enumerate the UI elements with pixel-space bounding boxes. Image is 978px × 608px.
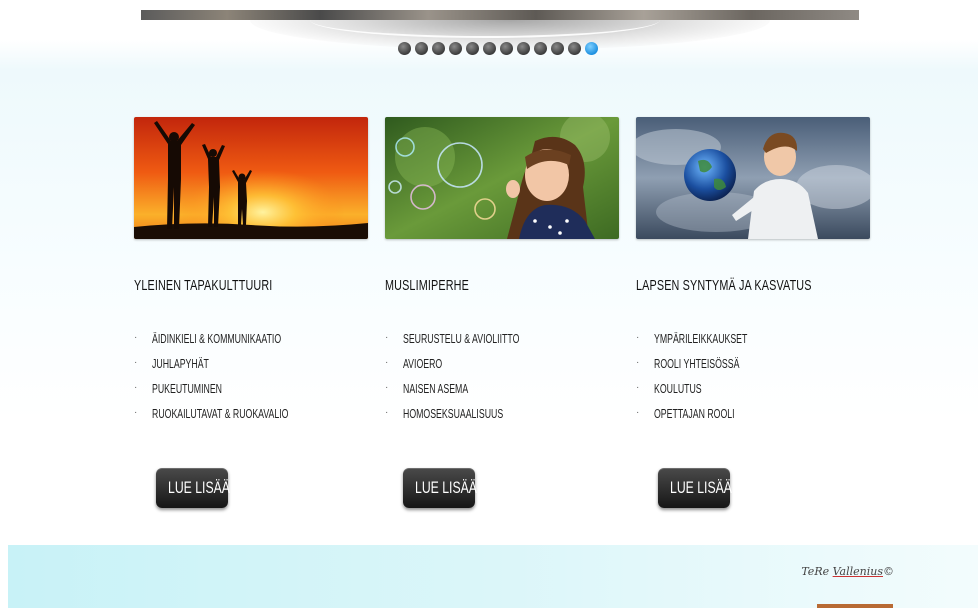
slider-pagination [398,42,598,55]
list-item[interactable]: · ÄIDINKIELI & KOMMUNIKAATIO [134,330,347,355]
bullet-icon: · [636,382,640,393]
content-column-1: YLEINEN TAPAKULTTUURI · ÄIDINKIELI & KOMM… [134,117,368,508]
slider-dot-2[interactable] [415,42,428,55]
footer: TeRe Vallenius© [8,545,978,608]
read-more-button[interactable]: LUE LISÄÄ [403,468,477,508]
slider-dot-8[interactable] [517,42,530,55]
sunset-silhouettes-image [134,117,368,239]
topic-list: · YMPÄRILEIKKAUKSET · ROOLI YHTEISÖSSÄ · KO… [636,330,787,430]
column-title: MUSLIMIPERHE [385,277,469,294]
column-title: LAPSEN SYNTYMÄ JA KASVATUS [636,277,812,294]
list-item[interactable]: · JUHLAPYHÄT [134,355,347,380]
list-item[interactable]: · OPETTAJAN ROOLI [636,405,787,430]
slider-dot-6[interactable] [483,42,496,55]
slider-dot-3[interactable] [432,42,445,55]
girl-soap-bubbles-image [385,117,619,239]
list-item[interactable]: · ROOLI YHTEISÖSSÄ [636,355,787,380]
slider-dot-9[interactable] [534,42,547,55]
bullet-icon: · [385,357,389,368]
topic-list: · SEURUSTELU & AVIOLIITTO · AVIOERO · NAISE… [385,330,569,430]
topic-list: · ÄIDINKIELI & KOMMUNIKAATIO · JUHLAPYHÄT … [134,330,347,430]
slider-dot-1[interactable] [398,42,411,55]
list-item[interactable]: · YMPÄRILEIKKAUKSET [636,330,787,355]
boy-holding-globe-image [636,117,870,239]
bullet-icon: · [636,407,640,418]
bullet-icon: · [134,382,138,393]
bullet-icon: · [134,407,138,418]
slider-dot-12-active[interactable] [585,42,598,55]
bullet-icon: · [636,357,640,368]
slider-dot-10[interactable] [551,42,564,55]
read-more-button[interactable]: LUE LISÄÄ [658,468,732,508]
slider-dot-11[interactable] [568,42,581,55]
bullet-icon: · [385,382,389,393]
slider-dot-7[interactable] [500,42,513,55]
slider-image-strip [141,10,859,20]
bullet-icon: · [385,407,389,418]
content-column-3: LAPSEN SYNTYMÄ JA KASVATUS · YMPÄRILEIKKA… [636,117,870,508]
slider-dot-4[interactable] [449,42,462,55]
content-column-2: MUSLIMIPERHE · SEURUSTELU & AVIOLIITTO · A… [385,117,619,508]
author-signature: TeRe Vallenius© [801,565,894,578]
list-item[interactable]: · NAISEN ASEMA [385,380,569,405]
list-item[interactable]: · RUOKAILUTAVAT & RUOKAVALIO [134,405,347,430]
list-item[interactable]: · AVIOERO [385,355,569,380]
bullet-icon: · [134,332,138,343]
read-more-button[interactable]: LUE LISÄÄ [156,468,230,508]
bullet-icon: · [385,332,389,343]
bullet-icon: · [636,332,640,343]
list-item[interactable]: · KOULUTUS [636,380,787,405]
list-item[interactable]: · HOMOSEKSUAALISUUS [385,405,569,430]
list-item[interactable]: · SEURUSTELU & AVIOLIITTO [385,330,569,355]
slider-dot-5[interactable] [466,42,479,55]
list-item[interactable]: · PUKEUTUMINEN [134,380,347,405]
bullet-icon: · [134,357,138,368]
footer-tab[interactable] [817,604,893,608]
column-title: YLEINEN TAPAKULTTUURI [134,277,273,294]
